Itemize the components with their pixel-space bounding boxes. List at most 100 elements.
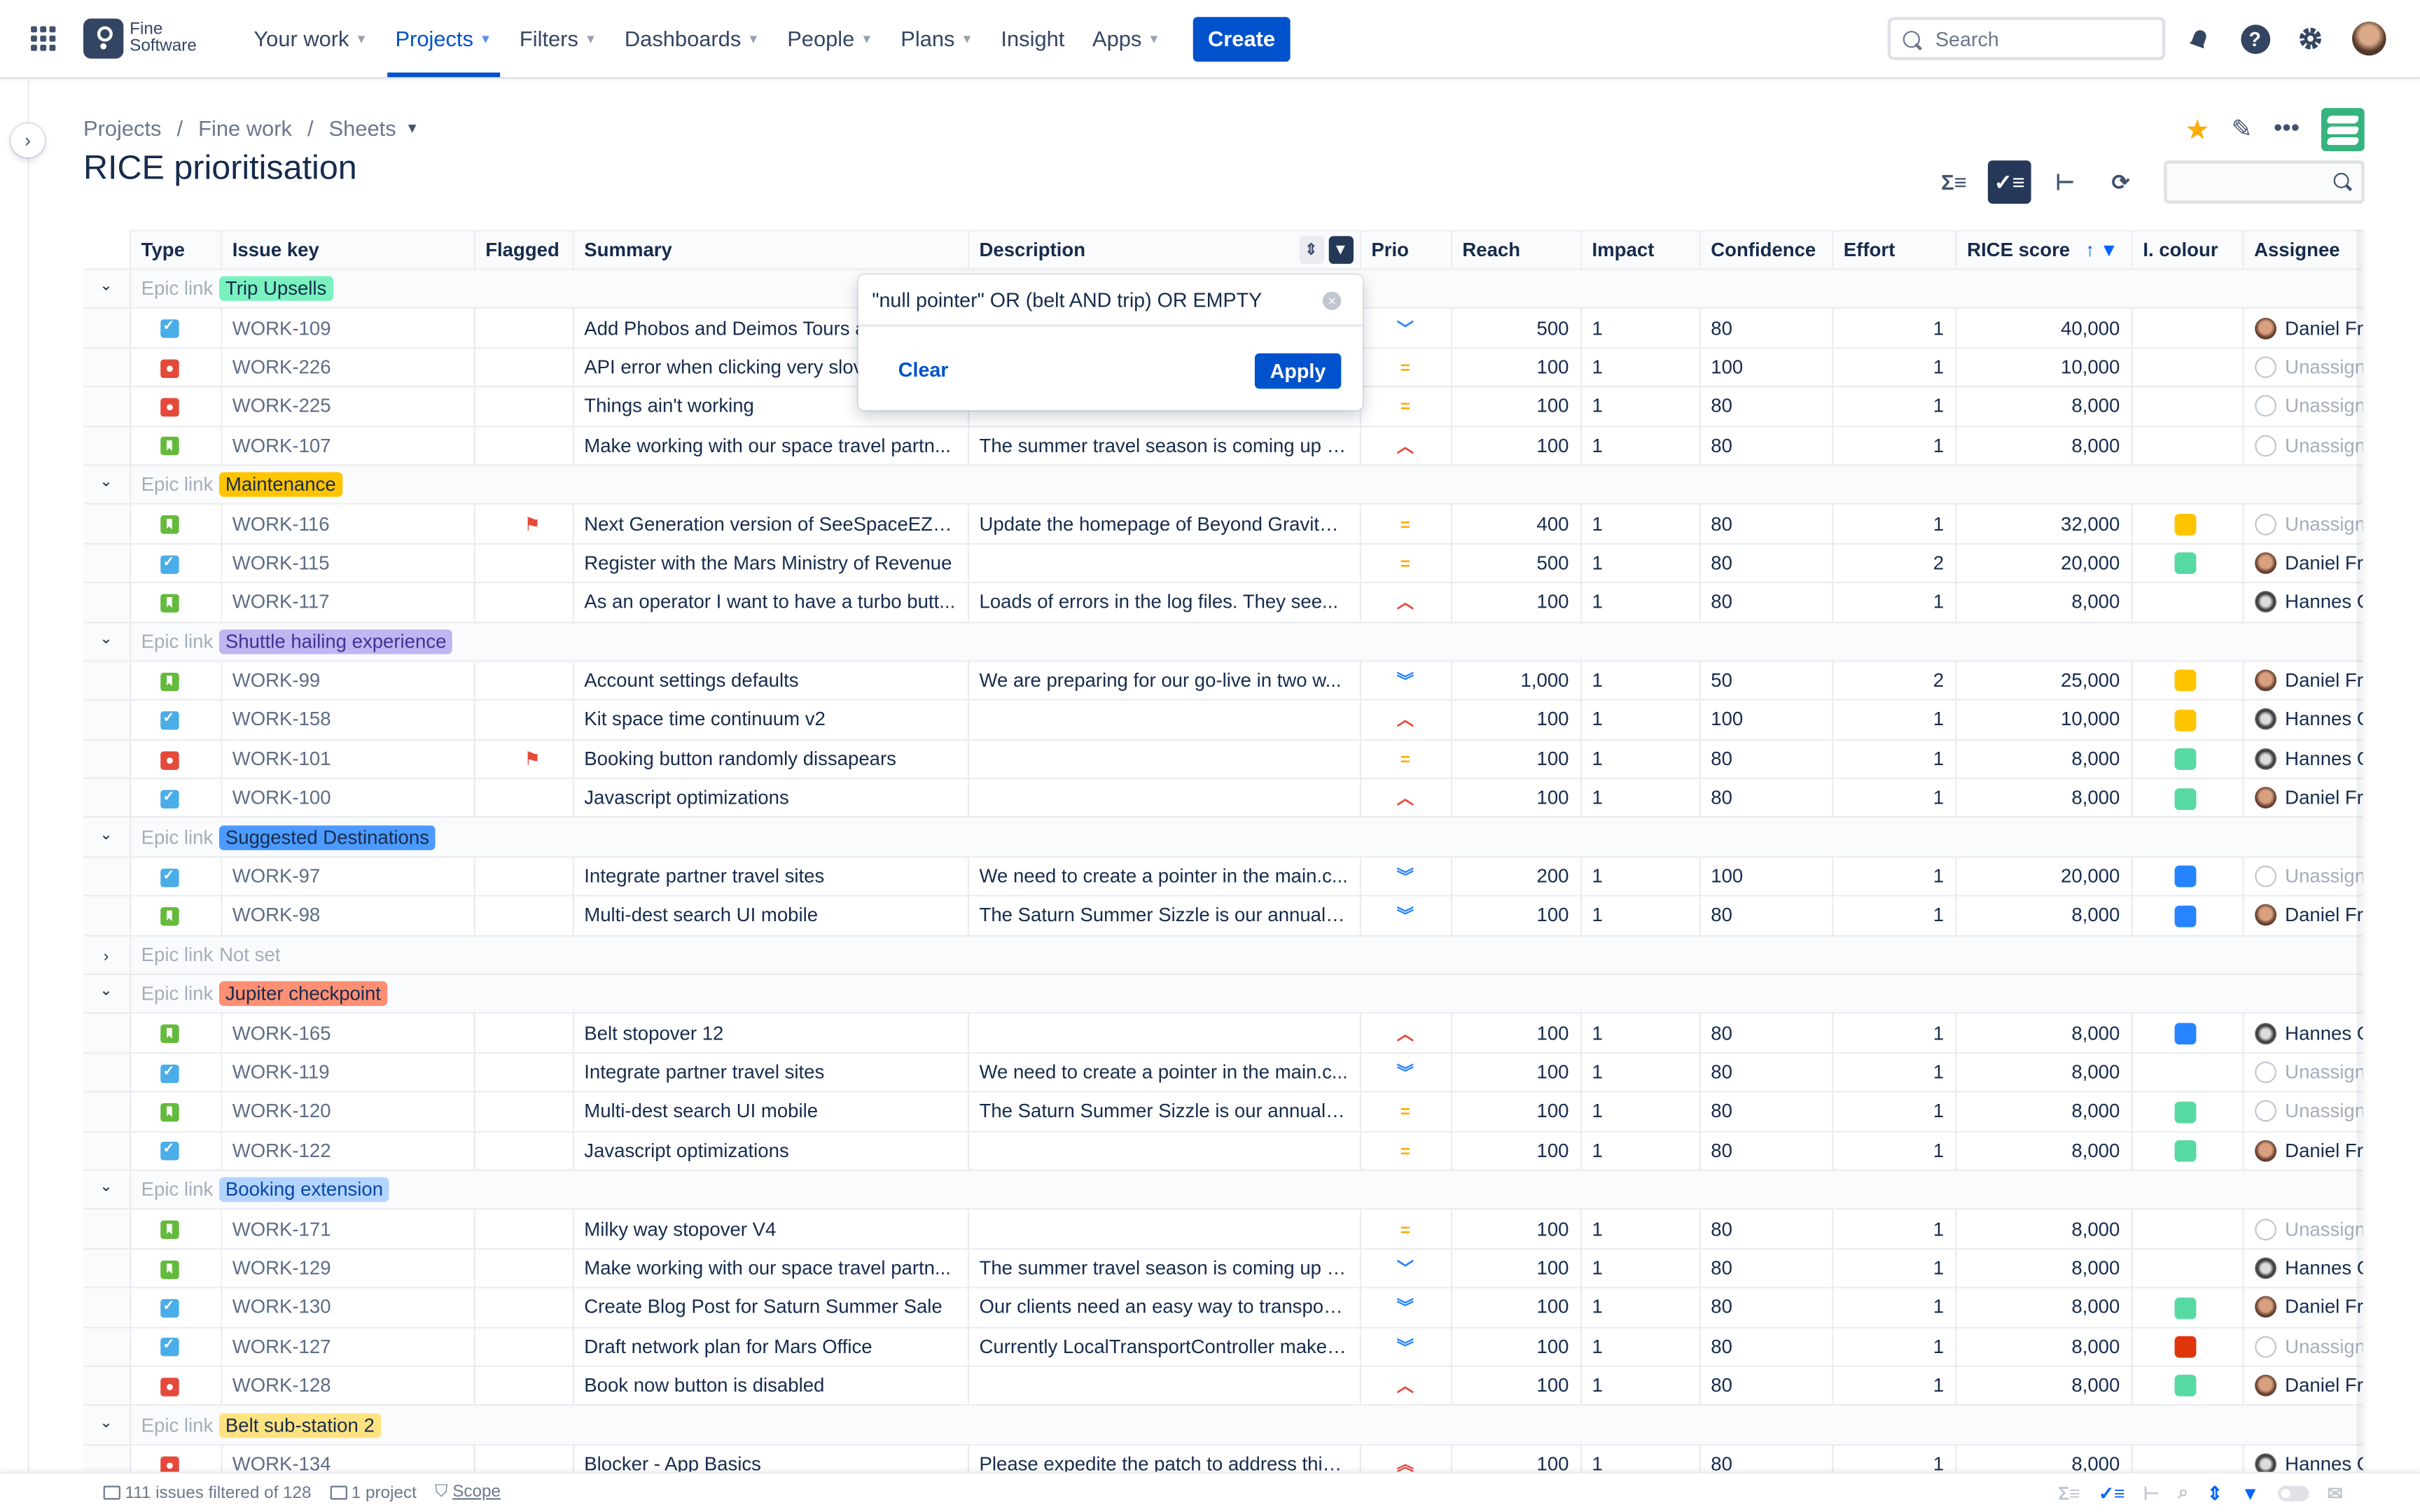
assignee-cell[interactable]: Hannes G [2241,1247,2363,1289]
epic-tag[interactable]: Belt sub-station 2 [219,1412,381,1438]
confidence-cell[interactable]: 80 [1698,1247,1833,1289]
summary-cell[interactable]: Belt stopover 12 [571,1012,969,1054]
column-header-summary[interactable]: Summary [571,230,969,270]
summary-cell[interactable]: Book now button is disabled [571,1365,969,1406]
rice-cell[interactable]: 8,000 [1954,386,2132,427]
description-cell[interactable]: Update the homepage of Beyond Gravity ..… [966,503,1361,545]
chevron-down-icon[interactable]: ▼ [405,120,419,136]
summary-cell[interactable]: Draft network plan for Mars Office [571,1326,969,1367]
rice-cell[interactable]: 20,000 [1954,855,2132,897]
effort-cell[interactable]: 1 [1831,1326,1956,1367]
confidence-cell[interactable]: 80 [1698,1130,1833,1171]
assignee-cell[interactable]: Daniel Fr [2241,307,2363,349]
create-button[interactable]: Create [1192,16,1291,62]
impact-cell[interactable]: 1 [1579,895,1700,937]
impact-cell[interactable]: 1 [1579,1208,1700,1250]
issue-colour-cell[interactable] [2130,1443,2244,1472]
effort-cell[interactable]: 1 [1831,386,1956,427]
reach-cell[interactable]: 100 [1449,1208,1582,1250]
rice-cell[interactable]: 10,000 [1954,699,2132,741]
nav-item-insight[interactable]: Insight [987,0,1079,77]
hierarchy-icon[interactable]: ⊢ [2143,1482,2160,1504]
summary-cell[interactable]: As an operator I want to have a turbo bu… [571,582,969,623]
issue-key-cell[interactable]: WORK-127 [220,1326,475,1367]
column-header-description[interactable]: Description ⇕ ▼ [966,230,1361,270]
priority-cell[interactable]: ︿ [1358,778,1452,819]
description-cell[interactable]: The Saturn Summer Sizzle is our annual s… [966,1091,1361,1132]
table-row[interactable]: WORK-134 Blocker - App Basics Please exped… [83,1443,2363,1472]
star-icon[interactable]: ★ [2185,113,2210,146]
issue-key-cell[interactable]: WORK-117 [220,582,475,623]
sort-icon[interactable]: ⇕ [1298,236,1324,264]
rice-cell[interactable]: 20,000 [1954,542,2132,584]
priority-cell[interactable]: ︿ [1358,1365,1452,1406]
reach-cell[interactable]: 100 [1449,1326,1582,1367]
impact-cell[interactable]: 1 [1579,386,1700,427]
issue-key-cell[interactable]: WORK-116 [220,503,475,545]
chevron-down-icon[interactable]: ⌄ [83,474,128,491]
impact-cell[interactable]: 1 [1579,503,1700,545]
issue-key-cell[interactable]: WORK-226 [220,346,475,388]
issue-colour-cell[interactable] [2130,778,2244,819]
confidence-cell[interactable]: 80 [1698,895,1833,937]
confidence-cell[interactable]: 80 [1698,307,1833,349]
clear-input-icon[interactable]: × [1322,291,1342,311]
description-cell[interactable]: Please expedite the patch to address thi… [966,1443,1361,1472]
issue-key-cell[interactable]: WORK-98 [220,895,475,937]
table-row[interactable]: WORK-158Kit space time continuum v2︿1001… [83,699,2363,741]
issue-colour-cell[interactable] [2130,503,2244,545]
table-row[interactable]: WORK-165 Belt stopover 12 ︿ 100 1 80 1 8,000 Han… [83,1012,2363,1054]
priority-cell[interactable]: ︿ [1358,582,1452,623]
reach-cell[interactable]: 100 [1449,1365,1582,1406]
priority-cell[interactable]: = [1358,1091,1452,1132]
column-header-i-colour[interactable]: I. colour [2130,230,2244,270]
priority-cell[interactable]: = [1358,503,1452,545]
confidence-cell[interactable]: 80 [1698,1208,1833,1250]
group-toggle[interactable]: › [83,934,131,976]
summary-cell[interactable]: Multi-dest search UI mobile [571,1091,969,1132]
chevron-down-icon[interactable]: ⌄ [83,278,128,295]
priority-cell[interactable]: ﹀ [1358,307,1452,349]
impact-cell[interactable]: 1 [1579,699,1700,741]
chevron-down-icon[interactable]: ⌄ [83,827,128,844]
table-row[interactable]: WORK-122Javascript optimizations=1001801… [83,1130,2363,1171]
assignee-cell[interactable]: Unassigned [2241,1326,2363,1367]
reach-cell[interactable]: 100 [1449,1091,1582,1132]
confidence-cell[interactable]: 80 [1698,1443,1833,1472]
summary-cell[interactable]: Blocker - App Basics [571,1443,969,1472]
chevron-down-icon[interactable]: ⌄ [83,1414,128,1431]
issue-key-cell[interactable]: WORK-107 [220,425,475,466]
issue-colour-cell[interactable] [2130,1012,2244,1054]
rice-cell[interactable]: 8,000 [1954,1287,2132,1328]
reach-cell[interactable]: 100 [1449,425,1582,466]
assignee-cell[interactable]: Daniel Fr [2241,660,2363,701]
summary-cell[interactable]: Register with the Mars Ministry of Reven… [571,542,969,584]
nav-item-apps[interactable]: Apps ▼ [1078,0,1174,77]
sum-columns-icon[interactable]: Σ≡ [1933,160,1976,204]
issue-key-cell[interactable]: WORK-122 [220,1130,475,1171]
issue-key-cell[interactable]: WORK-119 [220,1051,475,1093]
impact-cell[interactable]: 1 [1579,425,1700,466]
impact-cell[interactable]: 1 [1579,1247,1700,1289]
effort-cell[interactable]: 1 [1831,1247,1956,1289]
table-row[interactable]: WORK-119 Integrate partner travel sitesWe… [83,1051,2363,1093]
issue-colour-cell[interactable] [2130,855,2244,897]
summary-cell[interactable]: Create Blog Post for Saturn Summer Sale [571,1287,969,1328]
priority-cell[interactable]: = [1358,1208,1452,1250]
assignee-cell[interactable]: Hannes G [2241,699,2363,741]
table-row[interactable]: WORK-120 Multi-dest search UI mobile The S… [83,1091,2363,1132]
confidence-cell[interactable]: 80 [1698,1051,1833,1093]
issue-key-cell[interactable]: WORK-129 [220,1247,475,1289]
epic-tag[interactable]: Maintenance [219,472,342,498]
epic-tag[interactable]: Not set [219,944,280,966]
issue-colour-cell[interactable] [2130,582,2244,623]
reach-cell[interactable]: 100 [1449,1130,1582,1171]
effort-cell[interactable]: 1 [1831,855,1956,897]
table-row[interactable]: WORK-100Javascript optimizations︿1001801… [83,778,2363,819]
rice-cell[interactable]: 8,000 [1954,1130,2132,1171]
summary-cell[interactable]: Integrate partner travel sites [571,855,969,897]
impact-cell[interactable]: 1 [1579,1443,1700,1472]
impact-cell[interactable]: 1 [1579,778,1700,819]
priority-cell[interactable]: = [1358,542,1452,584]
column-header-rice-score[interactable]: RICE score ↑ ▼ [1954,230,2132,270]
